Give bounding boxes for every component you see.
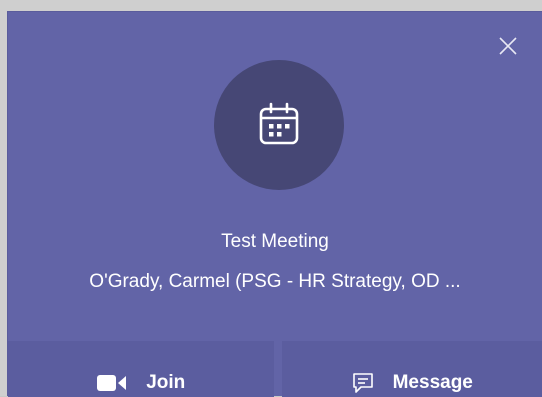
meeting-organizer: O'Grady, Carmel (PSG - HR Strategy, OD .… — [8, 270, 542, 294]
calendar-icon — [254, 100, 304, 150]
close-button[interactable] — [496, 34, 520, 58]
message-button[interactable]: Message — [282, 341, 542, 397]
join-label: Join — [146, 372, 185, 394]
meeting-toast: Test Meeting O'Grady, Carmel (PSG - HR S… — [7, 11, 542, 396]
chat-message-icon — [351, 371, 375, 395]
meeting-avatar — [214, 60, 344, 190]
message-label: Message — [393, 372, 473, 394]
toast-actions: Join Message — [8, 341, 542, 397]
video-camera-icon — [96, 372, 128, 394]
meeting-title: Test Meeting — [8, 230, 542, 254]
close-icon — [496, 34, 520, 58]
screen-backdrop: Test Meeting O'Grady, Carmel (PSG - HR S… — [0, 0, 542, 396]
join-button[interactable]: Join — [8, 341, 274, 397]
